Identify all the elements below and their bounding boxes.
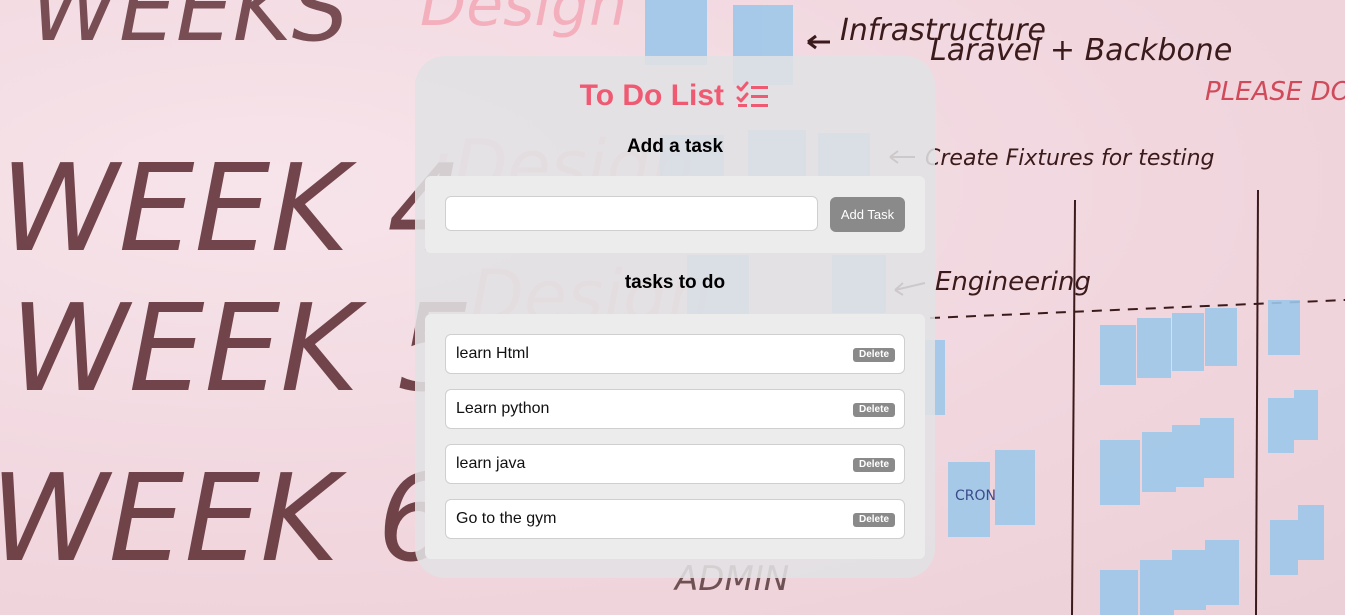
checklist-icon: [736, 80, 770, 120]
delete-button[interactable]: Delete: [852, 348, 895, 362]
task-list: learn Html Delete Learn python Delete le…: [425, 314, 925, 559]
list-item: learn java Delete: [445, 444, 905, 484]
bg-week6: WEEK 6: [0, 450, 453, 589]
task-text: learn Html: [456, 345, 529, 362]
delete-button[interactable]: Delete: [852, 513, 895, 527]
task-text: Go to the gym: [456, 510, 557, 527]
delete-button[interactable]: Delete: [852, 458, 895, 472]
todo-card: To Do List Add a task Add Task tasks to …: [415, 56, 935, 578]
bg-week5: WEEK 5: [10, 280, 473, 419]
bg-engineering: Engineering: [935, 267, 1091, 297]
bg-laravel: Laravel + Backbone: [930, 33, 1232, 68]
svg-text:WEEKS: WEEKS: [30, 0, 349, 62]
bg-week4: WEEK 4: [0, 140, 463, 279]
add-task-button[interactable]: Add Task: [830, 197, 905, 232]
app-title: To Do List: [415, 76, 935, 120]
task-input[interactable]: [445, 196, 818, 231]
delete-button[interactable]: Delete: [852, 403, 895, 417]
add-task-heading: Add a task: [626, 136, 724, 157]
bg-fixtures: Create Fixtures for testing: [925, 146, 1215, 171]
list-item: Go to the gym Delete: [445, 499, 905, 539]
app-title-text: To Do List: [579, 79, 725, 112]
list-item: learn Html Delete: [445, 334, 905, 374]
add-task-panel: Add Task: [425, 176, 925, 253]
bg-cron: CRON: [955, 488, 996, 504]
task-text: Learn python: [456, 400, 550, 417]
bg-design: Design: [420, 0, 627, 40]
task-text: learn java: [456, 455, 526, 472]
tasks-to-do-heading: tasks to do: [624, 272, 726, 293]
list-item: Learn python Delete: [445, 389, 905, 429]
bg-please: PLEASE DO NOT ERA: [1205, 77, 1345, 107]
